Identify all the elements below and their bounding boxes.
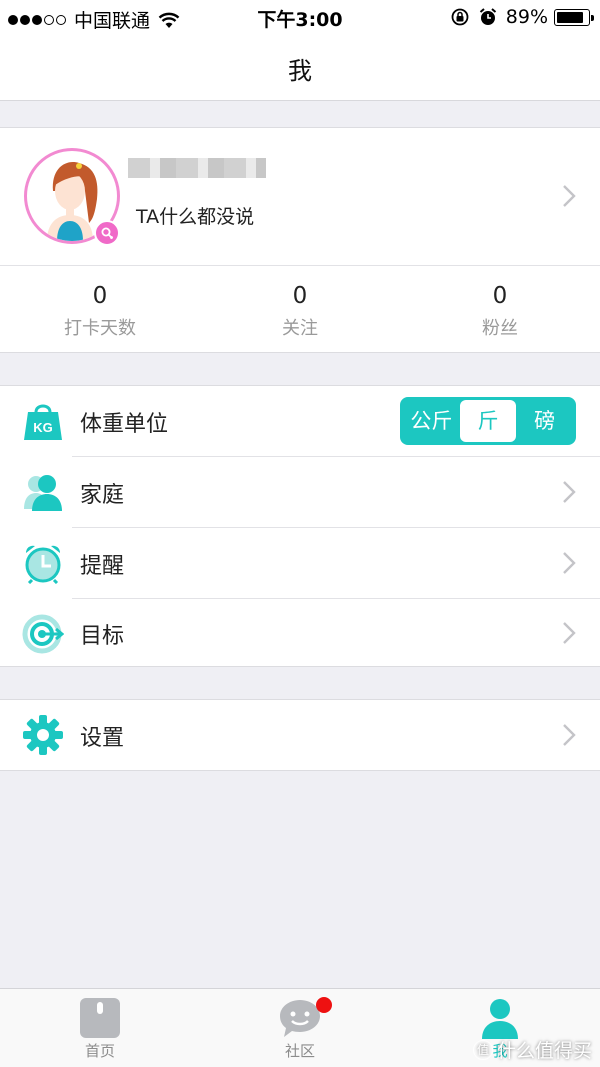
watermark-text: 什么值得买 bbox=[496, 1040, 592, 1062]
stats-row: 0 打卡天数 0 关注 0 粉丝 bbox=[0, 265, 600, 353]
stat-value: 0 bbox=[292, 283, 308, 309]
status-right: 89% bbox=[450, 6, 594, 28]
goal-label: 目标 bbox=[80, 624, 125, 649]
stat-value: 0 bbox=[92, 283, 108, 309]
username-redacted bbox=[128, 158, 266, 178]
female-gender-icon bbox=[94, 220, 120, 246]
tab-home[interactable]: 首页 bbox=[0, 989, 200, 1067]
navigation-bar: 我 bbox=[0, 34, 600, 101]
stat-label: 打卡天数 bbox=[64, 318, 136, 339]
battery-fill bbox=[557, 11, 584, 23]
row-goal[interactable]: 目标 bbox=[0, 598, 600, 668]
notification-badge bbox=[316, 997, 332, 1013]
profile-signature: TA什么都没说 bbox=[136, 206, 255, 228]
stat-value: 0 bbox=[492, 283, 508, 309]
weight-unit-label: 体重单位 bbox=[80, 412, 169, 437]
gear-icon bbox=[23, 715, 63, 755]
family-label: 家庭 bbox=[80, 483, 125, 508]
stat-checkin-days[interactable]: 0 打卡天数 bbox=[0, 266, 200, 353]
watermark-logo: 值 bbox=[472, 1039, 493, 1060]
row-family[interactable]: 家庭 bbox=[0, 457, 600, 527]
person-icon bbox=[482, 999, 518, 1039]
stat-followers[interactable]: 0 粉丝 bbox=[400, 266, 600, 353]
scale-icon bbox=[80, 998, 120, 1038]
battery-percent: 89% bbox=[505, 6, 548, 28]
weight-unit-segmented-control: 公斤 斤 磅 bbox=[400, 397, 576, 445]
row-settings[interactable]: 设置 bbox=[0, 700, 600, 770]
row-reminder[interactable]: 提醒 bbox=[0, 528, 600, 598]
alarm-clock-icon bbox=[25, 545, 61, 584]
profile-header[interactable]: TA什么都没说 bbox=[0, 128, 600, 265]
battery-tip bbox=[591, 14, 594, 21]
watermark: 值 什么值得买 bbox=[472, 1036, 592, 1063]
reminder-label: 提醒 bbox=[80, 554, 125, 579]
tab-label: 首页 bbox=[84, 1042, 115, 1060]
avatar[interactable] bbox=[24, 148, 120, 246]
settings-group: 设置 bbox=[0, 699, 600, 771]
segment-lb[interactable]: 磅 bbox=[516, 400, 573, 442]
stat-following[interactable]: 0 关注 bbox=[200, 266, 400, 353]
rotation-lock-icon bbox=[451, 8, 469, 26]
battery-icon bbox=[554, 8, 594, 26]
chevron-right-icon bbox=[563, 724, 576, 746]
tab-community[interactable]: 社区 bbox=[200, 989, 400, 1067]
female-symbol bbox=[101, 227, 114, 240]
settings-label: 设置 bbox=[80, 726, 125, 751]
menu-group: KG 体重单位 公斤 斤 磅 家庭 提醒 目标 bbox=[0, 385, 600, 667]
alarm-icon bbox=[479, 8, 496, 25]
svg-text:KG: KG bbox=[33, 420, 53, 435]
stat-label: 关注 bbox=[282, 318, 318, 339]
target-icon bbox=[22, 614, 64, 654]
status-bar: 中国联通 下午3:00 89% bbox=[0, 0, 600, 34]
kg-weight-icon: KG bbox=[24, 404, 62, 440]
chevron-right-icon bbox=[563, 481, 576, 503]
segment-kg[interactable]: 公斤 bbox=[403, 400, 460, 442]
chevron-right-icon bbox=[563, 185, 576, 207]
chevron-right-icon bbox=[563, 552, 576, 574]
chevron-right-icon bbox=[563, 622, 576, 644]
profile-card: TA什么都没说 0 打卡天数 0 关注 0 粉丝 bbox=[0, 127, 600, 353]
segment-jin[interactable]: 斤 bbox=[459, 400, 517, 442]
family-user-icon bbox=[24, 475, 62, 511]
profile-screen: 中国联通 下午3:00 89% 我 TA什么都没说 0 打卡天数 0 关注 0 … bbox=[0, 0, 600, 1067]
page-title: 我 bbox=[288, 57, 312, 85]
stat-label: 粉丝 bbox=[482, 318, 518, 339]
row-weight-unit: KG 体重单位 公斤 斤 磅 bbox=[0, 386, 600, 456]
tab-label: 社区 bbox=[284, 1042, 315, 1060]
